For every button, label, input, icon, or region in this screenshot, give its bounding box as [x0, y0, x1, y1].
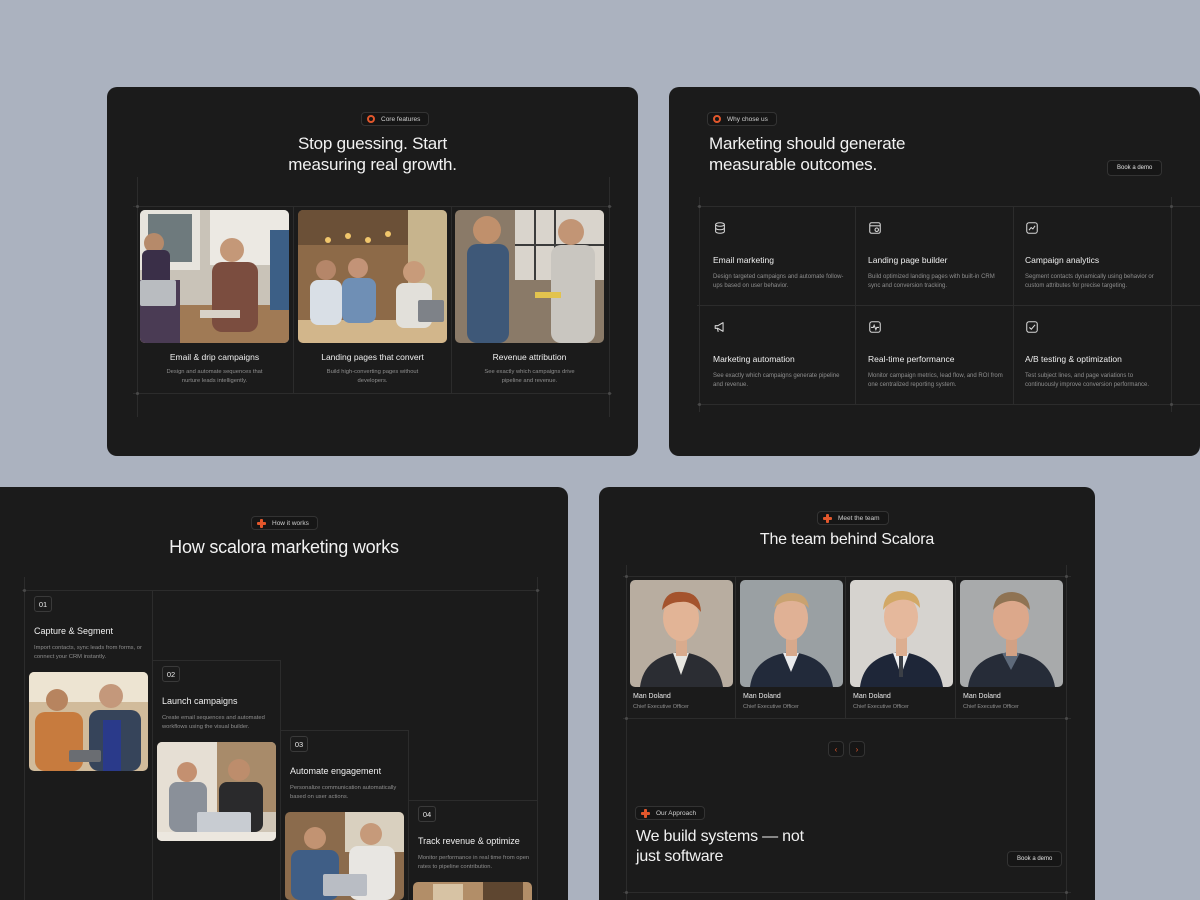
core-features-pill: Core features: [361, 112, 430, 126]
target-dot-icon: [367, 115, 375, 123]
approach-heading: We build systems — not just software: [636, 828, 804, 865]
feature-ab-testing[interactable]: A/B testing & optimization Test subject …: [1010, 306, 1160, 402]
team-heading: The team behind Scalora: [759, 531, 935, 548]
core-features-heading: Stop guessing. Start measuring real grow…: [288, 134, 457, 174]
why-chose-us-heading: Marketing should generate measurable out…: [709, 134, 906, 174]
member-portrait: [740, 580, 843, 687]
carousel-prev-button[interactable]: ‹: [828, 741, 844, 757]
team-member-card[interactable]: Man Doland Chief Executive Officer: [740, 580, 843, 716]
plus-icon: [823, 513, 832, 523]
member-portrait: [850, 580, 953, 687]
step-capture-photo: [29, 672, 148, 771]
checkbox-icon: [1026, 321, 1038, 333]
meet-the-team-pill: Meet the team: [817, 511, 889, 525]
team-panel: Meet the team The team behind Scalora Ma…: [599, 487, 1095, 900]
feature-email-marketing[interactable]: Email marketing Design targeted campaign…: [698, 207, 848, 303]
step-number: 03: [290, 736, 308, 752]
plus-icon: [257, 518, 266, 528]
carousel-next-button[interactable]: ›: [849, 741, 865, 757]
step-launch-photo: [157, 742, 276, 841]
feature-real-time-performance[interactable]: Real-time performance Monitor campaign m…: [853, 306, 1003, 402]
why-choose-us-panel: Why chose us Marketing should generate m…: [669, 87, 1200, 456]
browser-settings-icon: [869, 222, 881, 234]
chart-line-icon: [1026, 222, 1038, 234]
megaphone-icon: [714, 322, 724, 332]
step-title: Track revenue & optimize: [418, 836, 520, 846]
feature-card-revenue[interactable]: Revenue attribution See exactly which ca…: [455, 210, 604, 390]
plus-icon: [641, 808, 650, 818]
step-automate-photo: [285, 812, 404, 900]
feature-card-landing[interactable]: Landing pages that convert Build high-co…: [298, 210, 447, 390]
team-member-card[interactable]: Man Doland Chief Executive Officer: [850, 580, 953, 716]
database-icon: [715, 222, 725, 234]
colleagues-talking-photo: [455, 210, 604, 343]
pulse-icon: [869, 321, 881, 333]
why-chose-us-pill: Why chose us: [707, 112, 777, 126]
how-it-works-pill: How it works: [251, 516, 318, 530]
our-approach-pill: Our Approach: [635, 806, 706, 820]
book-demo-button[interactable]: Book a demo: [1007, 851, 1063, 867]
step-desc: Import contacts, sync leads from forms, …: [34, 645, 142, 660]
core-features-panel: Core features Stop guessing. Start measu…: [107, 87, 638, 456]
feature-marketing-automation[interactable]: Marketing automation See exactly which c…: [698, 306, 848, 402]
step-title: Launch campaigns: [162, 696, 238, 706]
step-number: 02: [162, 666, 180, 682]
step-number: 04: [418, 806, 436, 822]
team-member-card[interactable]: Man Doland Chief Executive Officer: [960, 580, 1063, 716]
step-title: Capture & Segment: [34, 626, 114, 636]
step-title: Automate engagement: [290, 766, 382, 776]
step-desc: Monitor performance in real time from op…: [418, 855, 530, 870]
step-track-photo: [413, 882, 532, 900]
step-desc: Personalize communication automatically …: [290, 785, 397, 800]
feature-campaign-analytics[interactable]: Campaign analytics Segment contacts dyna…: [1010, 207, 1160, 303]
team-member-card[interactable]: Man Doland Chief Executive Officer: [630, 580, 733, 716]
feature-card-email[interactable]: Email & drip campaigns Design and automa…: [140, 210, 289, 390]
office-meeting-photo: [140, 210, 289, 343]
member-portrait: [960, 580, 1063, 687]
step-number: 01: [34, 596, 52, 612]
target-dot-icon: [713, 115, 721, 123]
team-cafe-photo: [298, 210, 447, 343]
how-it-works-heading: How scalora marketing works: [169, 537, 399, 557]
feature-landing-page-builder[interactable]: Landing page builder Build optimized lan…: [853, 207, 1003, 303]
how-it-works-panel: How it works How scalora marketing works…: [0, 487, 568, 900]
book-demo-button[interactable]: Book a demo: [1107, 160, 1163, 176]
member-portrait: [630, 580, 733, 687]
step-desc: Create email sequences and automated wor…: [162, 715, 265, 730]
